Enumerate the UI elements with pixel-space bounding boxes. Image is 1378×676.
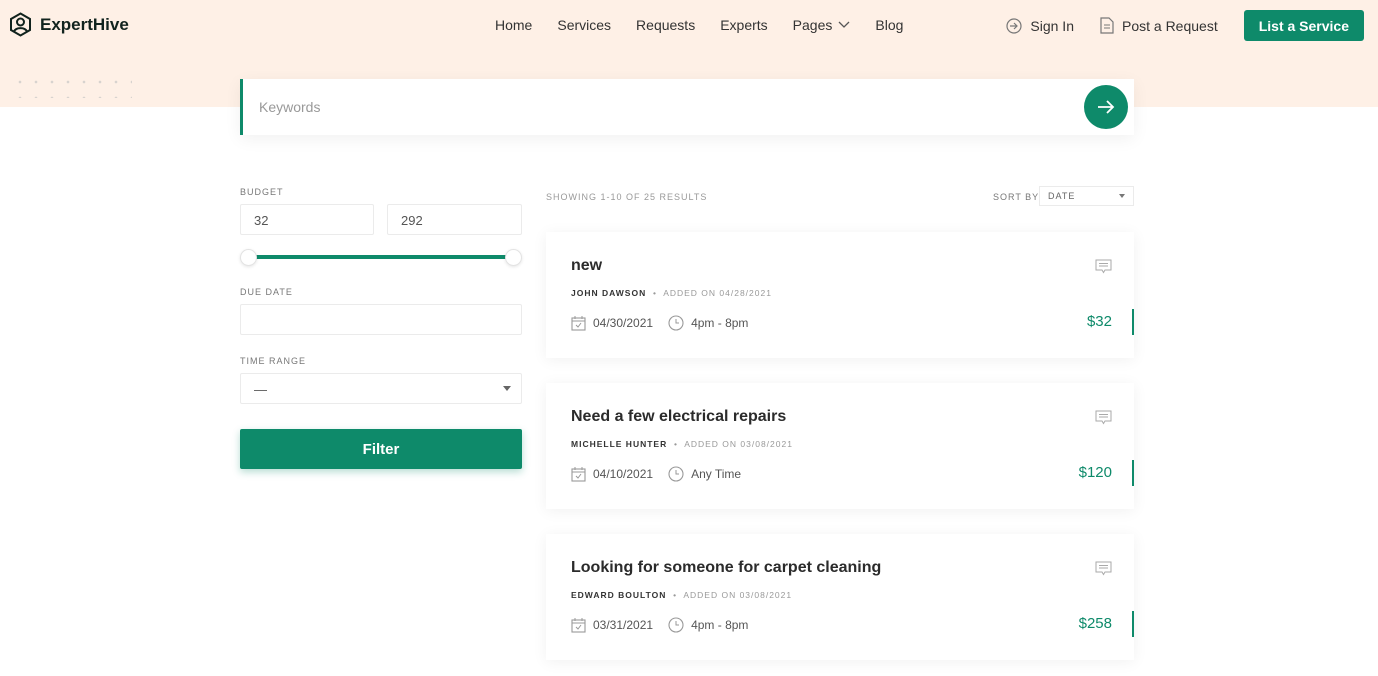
request-card[interactable]: new JOHN DAWSON • ADDED ON 04/28/2021 04… [546, 232, 1134, 358]
request-price: $32 [1086, 313, 1112, 330]
budget-slider[interactable] [240, 249, 522, 266]
calendar-icon [571, 315, 586, 331]
request-title[interactable]: Need a few electrical repairs [571, 408, 786, 426]
request-author: EDWARD BOULTON [571, 590, 667, 600]
caret-down-icon [503, 386, 511, 391]
request-time: 4pm - 8pm [691, 316, 749, 330]
request-due-date: 04/30/2021 [593, 316, 654, 330]
comment-button[interactable] [1095, 561, 1112, 581]
budget-label: BUDGET [240, 187, 284, 197]
sign-in-link[interactable]: Sign In [1006, 18, 1074, 34]
request-added-date: ADDED ON 03/08/2021 [684, 439, 793, 449]
nav-pages[interactable]: Pages [793, 17, 851, 33]
results-count: SHOWING 1-10 OF 25 RESULTS [546, 192, 708, 202]
request-author: MICHELLE HUNTER [571, 439, 668, 449]
request-price: $258 [1078, 615, 1112, 632]
request-due-date: 04/10/2021 [593, 467, 654, 481]
sort-by-label: SORT BY [993, 192, 1040, 202]
list-service-button[interactable]: List a Service [1243, 10, 1364, 41]
request-due-date: 03/31/2021 [593, 618, 654, 632]
logo[interactable]: ExpertHive [9, 12, 129, 37]
nav-services[interactable]: Services [557, 17, 611, 33]
decorative-dots [12, 74, 132, 98]
calendar-icon [571, 617, 586, 633]
request-details: 03/31/2021 4pm - 8pm [571, 617, 748, 633]
filter-button[interactable]: Filter [240, 429, 522, 469]
request-title[interactable]: new [571, 257, 602, 275]
request-time: Any Time [691, 467, 742, 481]
hive-logo-icon [10, 12, 31, 37]
nav-blog[interactable]: Blog [875, 17, 903, 33]
accent-bar [1132, 309, 1134, 335]
request-meta: EDWARD BOULTON • ADDED ON 03/08/2021 [571, 590, 793, 600]
request-price: $120 [1078, 464, 1112, 481]
request-meta: JOHN DAWSON • ADDED ON 04/28/2021 [571, 288, 772, 298]
request-time: 4pm - 8pm [691, 618, 749, 632]
clock-icon [668, 315, 684, 331]
nav-experts[interactable]: Experts [720, 17, 767, 33]
time-range-label: TIME RANGE [240, 356, 307, 366]
accent-bar [1132, 460, 1134, 486]
slider-min-handle[interactable] [240, 249, 257, 266]
clock-icon [668, 617, 684, 633]
nav-home[interactable]: Home [495, 17, 532, 33]
budget-min-input[interactable]: 32 [240, 204, 374, 235]
budget-max-input[interactable]: 292 [387, 204, 522, 235]
post-request-label: Post a Request [1121, 17, 1218, 34]
keywords-input[interactable] [259, 99, 1134, 115]
slider-track [252, 255, 510, 259]
document-icon [1100, 17, 1114, 34]
brand-name: ExpertHive [40, 14, 129, 34]
request-added-date: ADDED ON 04/28/2021 [663, 288, 772, 298]
nav-pages-label: Pages [792, 17, 833, 33]
request-meta: MICHELLE HUNTER • ADDED ON 03/08/2021 [571, 439, 793, 449]
request-title[interactable]: Looking for someone for carpet cleaning [571, 559, 881, 577]
due-date-label: DUE DATE [240, 287, 293, 297]
request-author: JOHN DAWSON [571, 288, 647, 298]
comment-button[interactable] [1095, 259, 1112, 279]
sort-select[interactable]: DATE [1039, 186, 1134, 206]
request-added-date: ADDED ON 03/08/2021 [683, 590, 793, 600]
comment-icon [1095, 561, 1112, 576]
time-range-select[interactable]: — [240, 373, 522, 404]
comment-icon [1095, 259, 1112, 274]
request-card[interactable]: Looking for someone for carpet cleaning … [546, 534, 1134, 660]
comment-button[interactable] [1095, 410, 1112, 430]
request-details: 04/10/2021 Any Time [571, 466, 741, 482]
clock-icon [668, 466, 684, 482]
due-date-input[interactable] [240, 304, 522, 335]
comment-icon [1095, 410, 1112, 425]
calendar-icon [571, 466, 586, 482]
sign-in-icon [1006, 17, 1022, 34]
main-nav: Home Services Requests Experts Pages Blo… [495, 17, 903, 33]
nav-requests[interactable]: Requests [636, 17, 695, 33]
sign-in-label: Sign In [1030, 17, 1074, 34]
search-submit-button[interactable] [1084, 85, 1128, 129]
post-request-link[interactable]: Post a Request [1100, 17, 1218, 34]
request-details: 04/30/2021 4pm - 8pm [571, 315, 748, 331]
accent-bar [1132, 611, 1134, 637]
search-bar [240, 79, 1134, 135]
request-card[interactable]: Need a few electrical repairs MICHELLE H… [546, 383, 1134, 509]
time-range-value: — [254, 382, 267, 397]
chevron-down-icon [838, 21, 850, 28]
slider-max-handle[interactable] [505, 249, 522, 266]
arrow-right-icon [1098, 100, 1115, 114]
